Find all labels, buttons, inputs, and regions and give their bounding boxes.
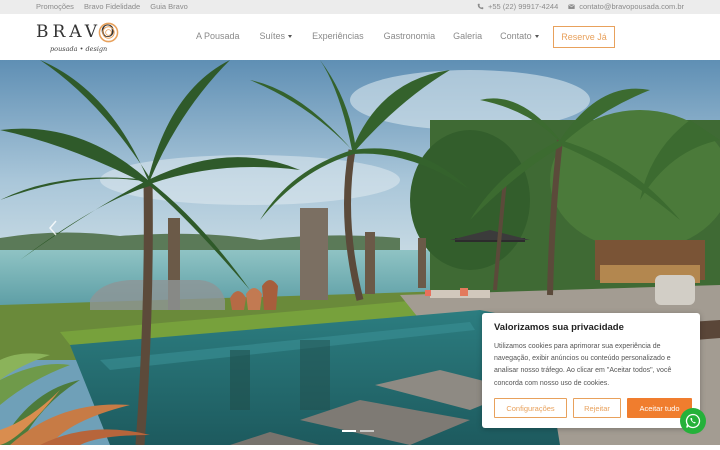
cookie-settings-button[interactable]: Configurações — [494, 398, 567, 418]
main-header: BRAVO pousada • design A Pousada Suítes … — [0, 14, 720, 60]
top-utility-bar: Promoções Bravo Fidelidade Guia Bravo +5… — [0, 0, 720, 14]
phone-number: +55 (22) 99917-4244 — [487, 2, 559, 11]
caret-down-icon — [534, 34, 539, 38]
caret-down-icon — [288, 34, 293, 38]
email-contact[interactable]: contato@bravopousada.com.br — [568, 2, 684, 11]
nav-item-pousada[interactable]: A Pousada — [196, 31, 240, 41]
nav-item-experiencias[interactable]: Experiências — [312, 31, 364, 41]
cookie-reject-button[interactable]: Rejeitar — [573, 398, 621, 418]
slider-dot[interactable] — [342, 430, 356, 432]
cookie-title: Valorizamos sua privacidade — [494, 322, 624, 333]
whatsapp-icon — [685, 413, 701, 429]
nav-item-suites[interactable]: Suítes — [260, 31, 293, 41]
reserve-button[interactable]: Reserve Já — [553, 26, 615, 48]
cookie-actions: Configurações Rejeitar Aceitar tudo — [494, 398, 692, 418]
main-nav: A Pousada Suítes Experiências Gastronomi… — [196, 31, 539, 41]
brand-logo[interactable]: BRAVO pousada • design — [36, 20, 126, 56]
slider-prev-arrow-icon[interactable] — [48, 220, 58, 236]
nav-item-label: A Pousada — [196, 31, 240, 41]
envelope-icon — [568, 4, 576, 9]
slider-dots — [342, 430, 374, 432]
whatsapp-button[interactable] — [680, 408, 706, 434]
top-link-guia[interactable]: Guia Bravo — [150, 2, 188, 11]
cookie-body: Utilizamos cookies para aprimorar sua ex… — [494, 343, 672, 387]
top-link-promocoes[interactable]: Promoções — [36, 2, 74, 11]
slider-dot[interactable] — [360, 430, 374, 432]
nav-item-contato[interactable]: Contato — [500, 31, 539, 41]
logo-ring-icon — [98, 22, 119, 43]
nav-item-galeria[interactable]: Galeria — [453, 31, 482, 41]
phone-contact[interactable]: +55 (22) 99917-4244 — [477, 2, 558, 11]
top-link-fidelidade[interactable]: Bravo Fidelidade — [84, 2, 140, 11]
email-address: contato@bravopousada.com.br — [579, 2, 684, 11]
nav-item-label: Experiências — [312, 31, 364, 41]
top-links: Promoções Bravo Fidelidade Guia Bravo — [36, 2, 188, 11]
nav-item-label: Contato — [500, 31, 532, 41]
nav-item-gastronomia[interactable]: Gastronomia — [384, 31, 436, 41]
nav-item-label: Suítes — [259, 31, 286, 41]
nav-item-label: Gastronomia — [383, 31, 436, 41]
nav-item-label: Galeria — [453, 31, 483, 41]
cookie-consent-dialog: Valorizamos sua privacidade Utilizamos c… — [482, 313, 700, 428]
phone-icon — [477, 3, 484, 10]
top-contact: +55 (22) 99917-4244 contato@bravopousada… — [477, 2, 684, 11]
brand-tagline: pousada • design — [50, 45, 108, 53]
